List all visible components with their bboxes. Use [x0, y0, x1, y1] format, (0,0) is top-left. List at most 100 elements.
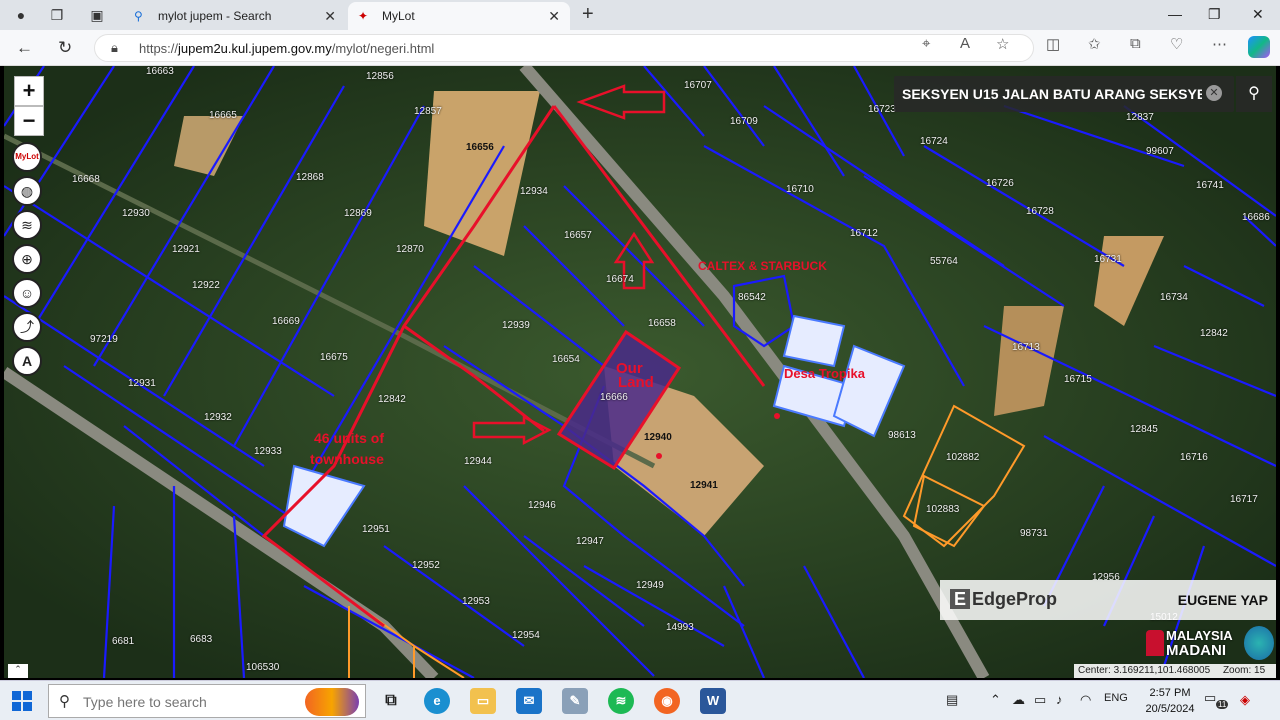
parcel-label: 55764 [930, 256, 958, 267]
copilot-icon[interactable] [1248, 36, 1270, 58]
wifi-icon[interactable]: ◠ [1080, 692, 1091, 708]
performance-icon[interactable]: ♡ [1170, 35, 1183, 53]
clear-icon[interactable]: ✕ [1206, 85, 1222, 101]
mylot-favicon: ✦ [358, 9, 369, 23]
favorite-star-icon[interactable]: ☆ [996, 35, 1009, 53]
file-explorer-icon[interactable]: ▭ [470, 688, 496, 714]
back-icon[interactable]: ← [16, 38, 33, 58]
location-icon[interactable]: ⌖ [922, 35, 930, 52]
tab-actions-icon[interactable]: ▣ [86, 5, 108, 25]
map-canvas[interactable]: 16663 12856 16707 16665 12857 16656 16709 16723… [4, 66, 1276, 678]
battery-icon[interactable]: ▭ [1034, 692, 1046, 708]
collections-icon[interactable]: ⧉ [1130, 35, 1141, 52]
search-highlight-art [305, 688, 359, 716]
zoom-out-button[interactable]: − [14, 106, 44, 136]
task-view-icon[interactable]: ⧉ [378, 688, 404, 714]
location-dot [774, 413, 780, 419]
paint-icon[interactable]: ✎ [562, 688, 588, 714]
tab-title: mylot jupem - Search [158, 9, 272, 23]
parcel-label: 12932 [204, 412, 232, 423]
location-dot [656, 453, 662, 459]
tab-strip: ● ❐ ▣ ⚲ mylot jupem - Search ✕ ✦ MyLot ✕… [0, 0, 1280, 30]
parcel-label: 16654 [552, 354, 580, 365]
time: 2:57 PM [1149, 687, 1191, 699]
mylot-logo-button[interactable]: MyLot [12, 142, 42, 172]
favorites-icon[interactable]: ✩ [1088, 35, 1101, 53]
news-icon[interactable]: ▤ [946, 692, 958, 708]
edge-icon[interactable]: e [424, 688, 450, 714]
onedrive-icon[interactable]: ☁ [1012, 692, 1025, 708]
close-icon[interactable]: ✕ [324, 8, 336, 25]
parcel-label: 6681 [112, 636, 135, 647]
parcel-label: 97219 [90, 334, 118, 345]
parcel-label: 106530 [246, 662, 280, 673]
malaysia-madani-logo: MALAYSIA MADANI [1144, 624, 1274, 662]
route-icon[interactable]: ⤴ [12, 312, 42, 342]
search-icon: ⚲ [1248, 85, 1260, 102]
parcel-label: 16741 [1196, 180, 1224, 191]
parcel-label: 16717 [1230, 494, 1258, 505]
expand-icon[interactable]: ⌃ [8, 664, 28, 678]
search-button[interactable]: ⚲ [1236, 76, 1272, 112]
notifications-icon[interactable]: ▭ 11 [1204, 690, 1229, 712]
parcel-label: 16709 [730, 116, 758, 127]
parcel-label: 12845 [1130, 424, 1158, 435]
firefox-icon[interactable]: ◉ [654, 688, 680, 714]
layers-icon[interactable]: ≋ [12, 210, 42, 240]
parcel-label: 16724 [920, 136, 948, 147]
more-icon[interactable]: ⋯ [1212, 35, 1227, 53]
profile-icon[interactable]: ● [10, 5, 32, 25]
parcel-label: 16675 [320, 352, 348, 363]
address-bar[interactable]: 🔒︎ https://jupem2u.kul.jupem.gov.my/mylo… [94, 34, 1034, 62]
parcel-label: 12934 [520, 186, 548, 197]
language-indicator[interactable]: ENG [1104, 692, 1128, 704]
taskbar-search-input[interactable] [83, 692, 303, 712]
parcel-label: 12921 [172, 244, 200, 255]
volume-icon[interactable]: ♪ [1056, 692, 1063, 707]
parcel-label: 12944 [464, 456, 492, 467]
edgeprop-watermark: E EdgeProp EUGENE YAP [940, 580, 1276, 620]
parcel-label: 16710 [786, 184, 814, 195]
townhouse-label-2: townhouse [310, 451, 384, 467]
parcel-label: 99607 [1146, 146, 1174, 157]
parcel-label: 12870 [396, 244, 424, 255]
word-icon[interactable]: W [700, 688, 726, 714]
parcel-label: 12856 [366, 71, 394, 82]
read-aloud-icon[interactable]: A [960, 35, 970, 52]
refresh-icon[interactable]: ↻ [58, 38, 72, 58]
search-icon: ⚲ [134, 9, 143, 23]
map-search-input[interactable] [902, 83, 1202, 105]
parcel-label: 16663 [146, 66, 174, 77]
parcel-label: 16734 [1160, 292, 1188, 303]
workspaces-icon[interactable]: ❐ [46, 5, 68, 25]
minimize-icon[interactable]: — [1168, 6, 1182, 22]
mail-icon[interactable]: ✉ [516, 688, 542, 714]
zoom-in-button[interactable]: + [14, 76, 44, 106]
globe-icon[interactable]: ◍ [12, 176, 42, 206]
close-icon[interactable]: ✕ [548, 8, 560, 25]
text-icon[interactable]: A [12, 346, 42, 376]
parcel-label: 12922 [192, 280, 220, 291]
measure-icon[interactable]: ☺ [12, 278, 42, 308]
tab-search[interactable]: ⚲ mylot jupem - Search ✕ [124, 2, 346, 30]
window-close-icon[interactable]: ✕ [1252, 6, 1264, 23]
tab-mylot[interactable]: ✦ MyLot ✕ [348, 2, 570, 30]
split-screen-icon[interactable]: ◫ [1046, 35, 1060, 53]
restore-icon[interactable]: ❐ [1208, 6, 1221, 23]
parcel-label: 12946 [528, 500, 556, 511]
spotify-icon[interactable]: ≋ [608, 688, 634, 714]
locate-icon[interactable]: ⊕ [12, 244, 42, 274]
clock[interactable]: 2:57 PM 20/5/2024 [1140, 685, 1200, 717]
chevron-up-icon[interactable]: ⌃ [990, 692, 1001, 708]
parcel-label: 16656 [466, 142, 494, 153]
desa-tropika-label: Desa Tropika [784, 366, 865, 381]
antivirus-icon[interactable]: ◈ [1240, 692, 1250, 708]
new-tab-button[interactable]: + [582, 3, 594, 26]
parcel-label: 16715 [1064, 374, 1092, 385]
parcel-label: 12941 [690, 480, 718, 491]
start-button[interactable] [12, 691, 32, 711]
townhouse-label-1: 46 units of [314, 430, 385, 446]
taskbar-search[interactable]: ⚲ [48, 684, 366, 718]
parcel-label: 12954 [512, 630, 540, 641]
parcel-label: 16657 [564, 230, 592, 241]
